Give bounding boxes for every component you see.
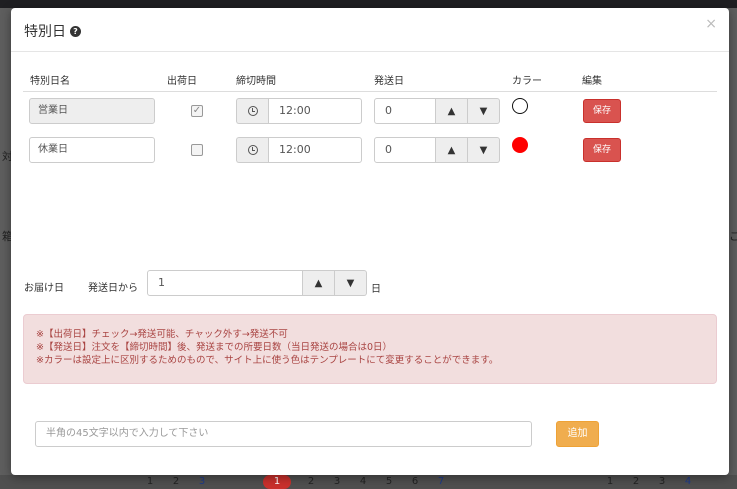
add-button[interactable]: 追加: [556, 421, 599, 447]
chevron-up-icon[interactable]: ▲: [436, 98, 468, 124]
app-topbar: [0, 0, 737, 8]
page-link[interactable]: 4: [682, 475, 694, 489]
modal-title-text: 特別日: [24, 24, 66, 40]
cutoff-time-input[interactable]: 12:00: [268, 137, 362, 163]
save-button[interactable]: 保存: [583, 138, 621, 162]
background-pagination: 1 2 3: [144, 475, 208, 489]
page-link-current[interactable]: 1: [263, 475, 291, 489]
background-pagination: 1 2 3 4: [604, 475, 694, 489]
delivery-suffix: 日: [371, 284, 381, 295]
send-days-input[interactable]: 0: [374, 98, 436, 124]
note-line: ※カラーは設定上に区別するためのもので、サイト上に使う色はテンプレートにて変更す…: [36, 355, 499, 366]
column-header-name: 特別日名: [30, 76, 70, 87]
page-link[interactable]: 2: [170, 475, 182, 489]
send-days-stepper: 0 ▲ ▼: [374, 137, 500, 163]
note-line: ※【発送日】注文を【締切時間】後、発送までの所要日数（当日発送の場合は0日）: [36, 342, 393, 353]
chevron-up-icon[interactable]: ▲: [303, 270, 335, 296]
chevron-up-icon[interactable]: ▲: [436, 137, 468, 163]
new-special-day-input[interactable]: 半角の45文字以内で入力して下さい: [35, 421, 532, 447]
chevron-down-icon[interactable]: ▼: [468, 98, 500, 124]
color-swatch-red[interactable]: [512, 137, 528, 153]
clock-icon: [236, 98, 268, 124]
page-link[interactable]: 2: [305, 475, 317, 489]
column-header-send-day: 発送日: [374, 76, 404, 87]
delivery-days-stepper: 1 ▲ ▼: [147, 270, 367, 296]
page-link[interactable]: 7: [435, 475, 447, 489]
background-pagination: 1 2 3 4 5 6 7: [263, 475, 447, 489]
send-days-input[interactable]: 0: [374, 137, 436, 163]
chevron-down-icon[interactable]: ▼: [468, 137, 500, 163]
background-text-fragment: こ: [729, 230, 737, 243]
table-header-divider: [23, 91, 717, 92]
column-header-cutoff: 締切時間: [236, 76, 276, 87]
clock-icon: [236, 137, 268, 163]
page-link[interactable]: 4: [357, 475, 369, 489]
cutoff-time-field: 12:00: [236, 137, 362, 163]
modal-title: 特別日 ?: [24, 21, 81, 41]
modal-header: 特別日 ? ×: [11, 8, 729, 52]
chevron-down-icon[interactable]: ▼: [335, 270, 367, 296]
delivery-from-label: 発送日から: [88, 283, 138, 294]
save-button[interactable]: 保存: [583, 99, 621, 123]
special-day-name-input[interactable]: 営業日: [29, 98, 155, 124]
page-link[interactable]: 2: [630, 475, 642, 489]
special-day-name-input[interactable]: 休業日: [29, 137, 155, 163]
ship-day-checkbox[interactable]: ✓: [191, 105, 203, 117]
delivery-label: お届け日: [24, 283, 64, 294]
help-icon[interactable]: ?: [70, 25, 81, 37]
send-days-stepper: 0 ▲ ▼: [374, 98, 500, 124]
page-link[interactable]: 3: [196, 475, 208, 489]
notes-alert: ※【出荷日】チェック→発送可能、チャック外す→発送不可 ※【発送日】注文を【締切…: [23, 314, 717, 384]
delivery-days-input[interactable]: 1: [147, 270, 303, 296]
column-header-edit: 編集: [582, 76, 602, 87]
page-link[interactable]: 6: [409, 475, 421, 489]
page-link[interactable]: 3: [331, 475, 343, 489]
color-swatch-white[interactable]: [512, 98, 528, 114]
special-day-modal: 特別日 ? × 特別日名 出荷日 締切時間 発送日 カラー 編集 営業日 ✓ 1…: [11, 8, 729, 475]
page-link[interactable]: 3: [656, 475, 668, 489]
page-link[interactable]: 5: [383, 475, 395, 489]
page-link[interactable]: 1: [604, 475, 616, 489]
ship-day-checkbox[interactable]: [191, 144, 203, 156]
cutoff-time-input[interactable]: 12:00: [268, 98, 362, 124]
close-button[interactable]: ×: [705, 16, 717, 32]
note-line: ※【出荷日】チェック→発送可能、チャック外す→発送不可: [36, 329, 288, 340]
column-header-ship-day: 出荷日: [167, 76, 197, 87]
cutoff-time-field: 12:00: [236, 98, 362, 124]
page-link[interactable]: 1: [144, 475, 156, 489]
column-header-color: カラー: [512, 76, 542, 87]
